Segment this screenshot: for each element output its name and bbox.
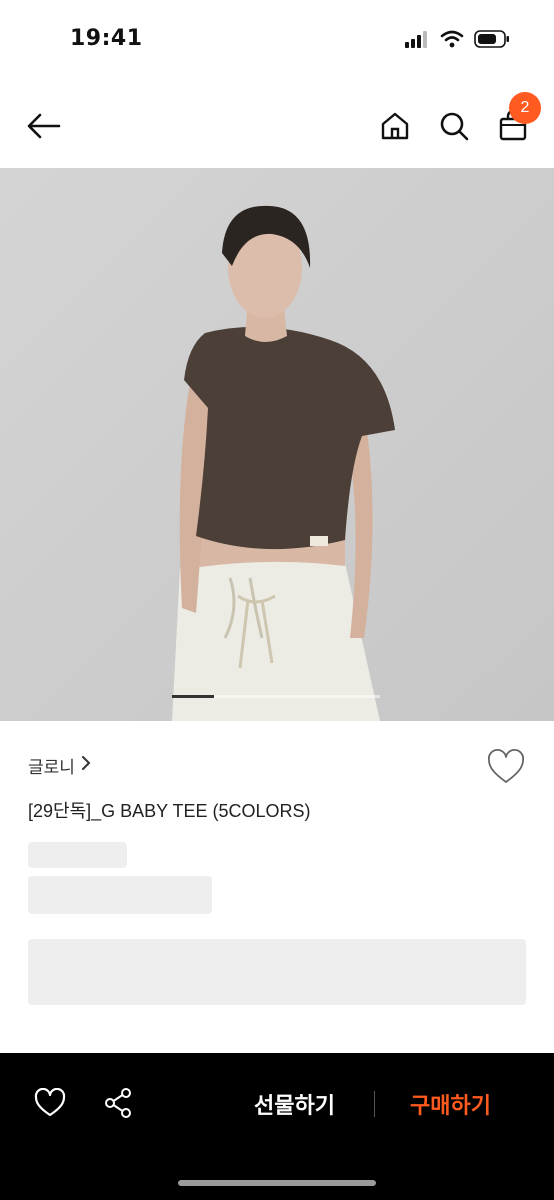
brand-name: 글로니 bbox=[28, 758, 75, 778]
status-bar: 19:41 bbox=[0, 0, 554, 84]
product-name: [29단독]_G BABY TEE (5COLORS) bbox=[28, 801, 311, 821]
bottom-action-bar: 선물하기 구매하기 bbox=[0, 1053, 554, 1200]
back-arrow-icon[interactable] bbox=[24, 106, 64, 146]
bottom-heart-icon[interactable] bbox=[30, 1083, 70, 1123]
discount-placeholder bbox=[28, 876, 212, 914]
home-indicator bbox=[178, 1180, 376, 1186]
price-placeholder bbox=[28, 842, 127, 868]
search-icon[interactable] bbox=[434, 106, 474, 146]
status-time: 19:41 bbox=[70, 26, 143, 51]
signal-icon bbox=[404, 30, 430, 52]
gallery-indicator bbox=[172, 695, 380, 698]
product-photo bbox=[0, 168, 554, 721]
buy-button[interactable]: 구매하기 bbox=[410, 1088, 491, 1120]
share-icon[interactable] bbox=[98, 1083, 138, 1123]
info-block-placeholder bbox=[28, 939, 526, 1005]
status-icons bbox=[404, 30, 510, 52]
wishlist-heart-icon[interactable] bbox=[486, 748, 526, 788]
home-icon[interactable] bbox=[375, 106, 415, 146]
wifi-icon bbox=[440, 30, 464, 52]
gift-button[interactable]: 선물하기 bbox=[254, 1088, 335, 1120]
gallery-indicator-thumb bbox=[172, 695, 214, 698]
product-image[interactable] bbox=[0, 168, 554, 721]
battery-icon bbox=[474, 30, 510, 52]
brand-link[interactable]: 글로니 bbox=[28, 753, 91, 778]
action-divider bbox=[374, 1091, 375, 1117]
cart-count-badge: 2 bbox=[509, 92, 541, 124]
top-nav bbox=[0, 84, 554, 168]
chevron-right-icon bbox=[81, 755, 91, 776]
